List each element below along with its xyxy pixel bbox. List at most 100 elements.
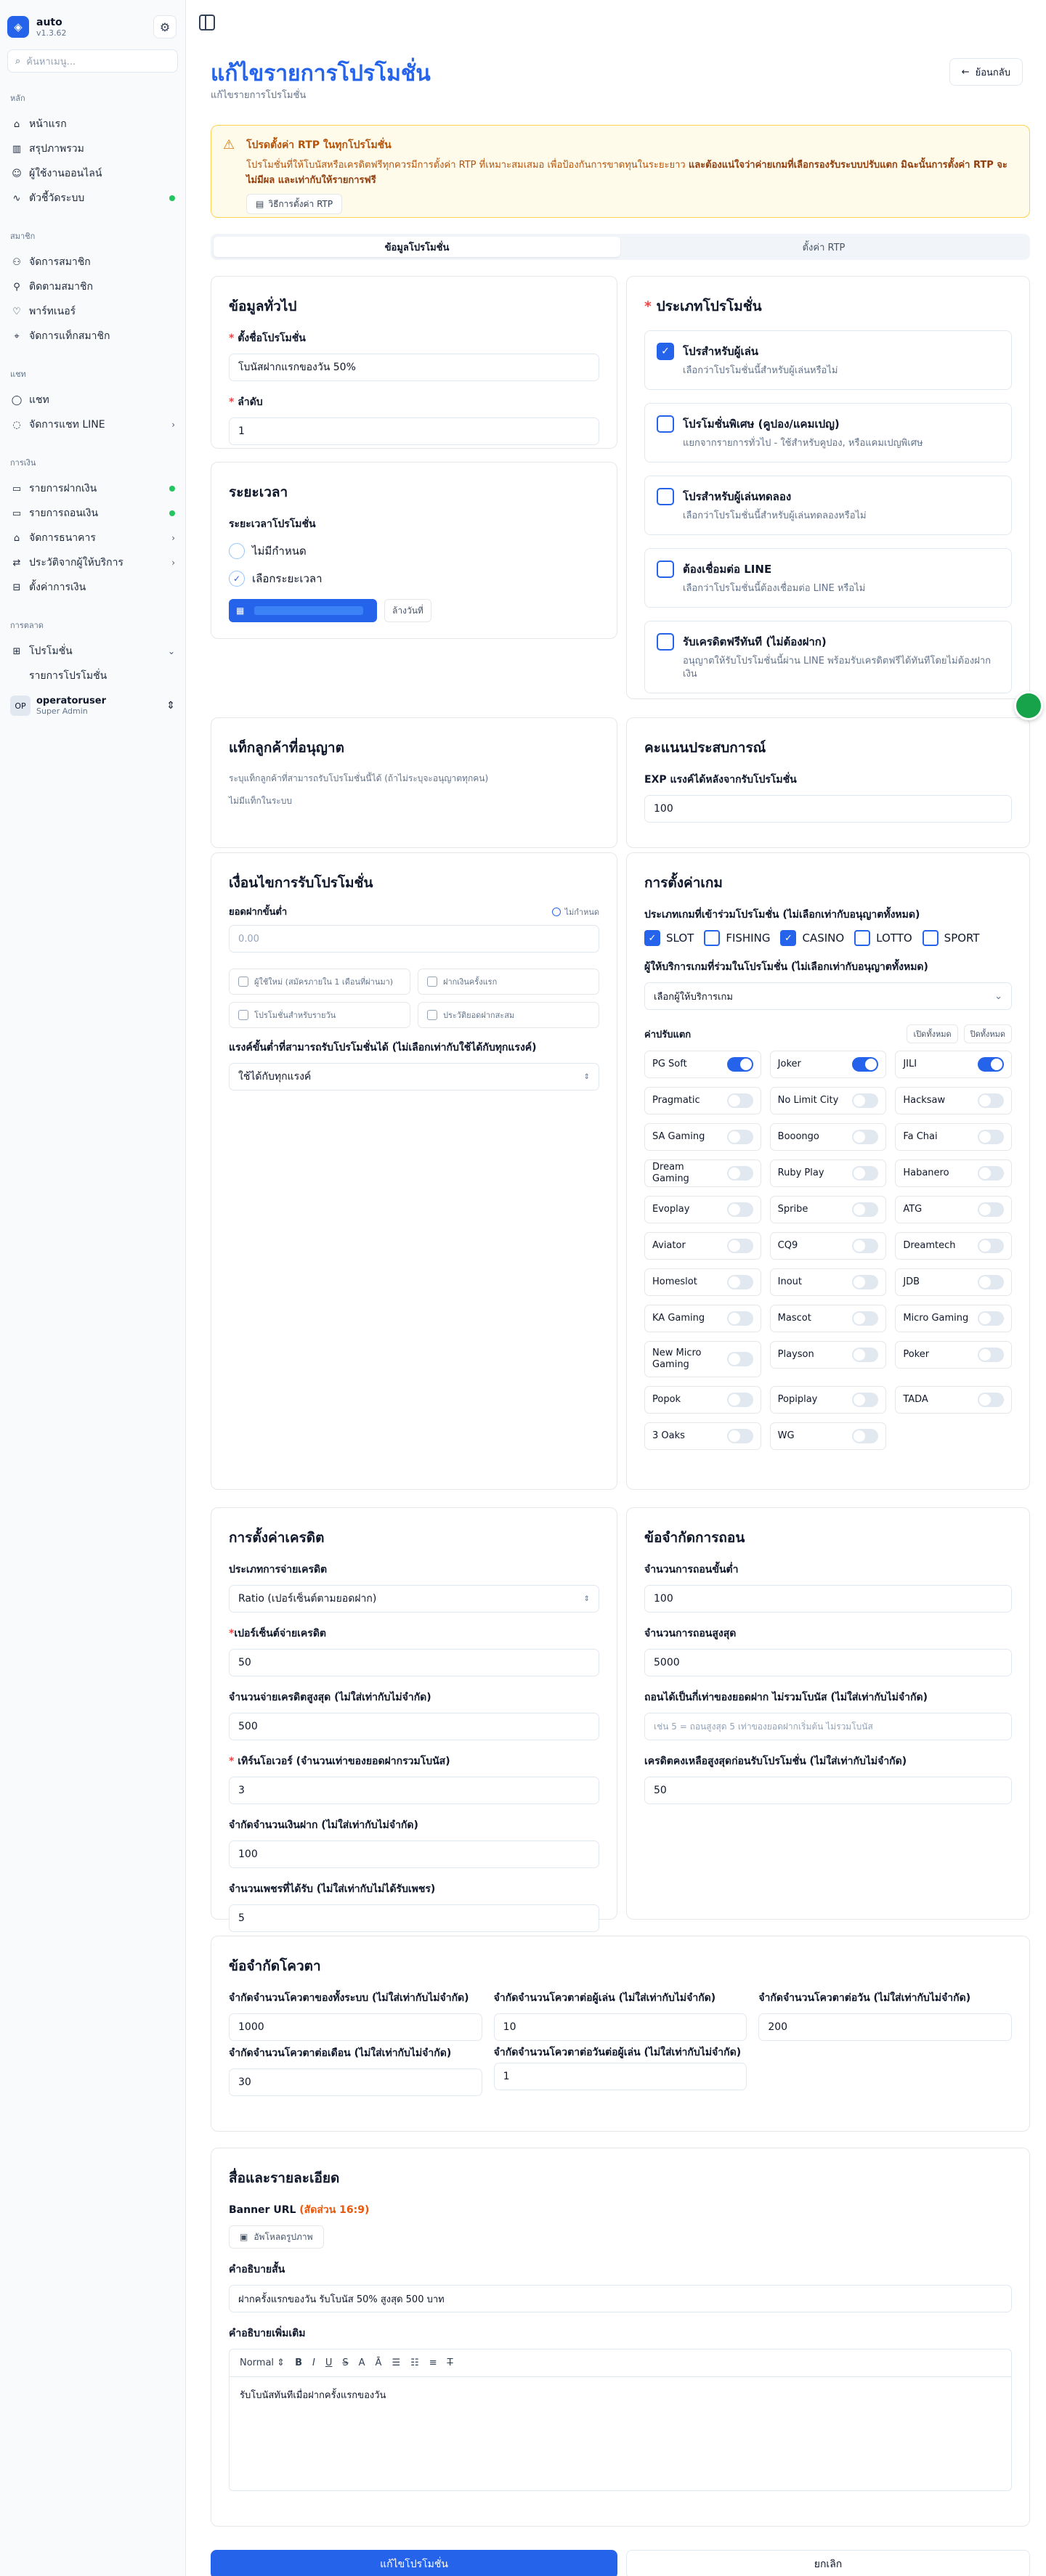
promotion-type-option[interactable]: โปรโมชั่นพิเศษ (คูปอง/แคมเปญ) แยกจากรายกา… bbox=[644, 403, 1012, 462]
back-button[interactable]: ← ย้อนกลับ bbox=[949, 58, 1023, 86]
sidebar-item[interactable]: ⌂ หน้าแรก bbox=[0, 112, 185, 136]
promotion-type-option[interactable]: ✓ โปรสำหรับผู้เล่น เลือกว่าโปรโมชั่นนี้สำห… bbox=[644, 330, 1012, 390]
provider-toggle[interactable] bbox=[852, 1393, 879, 1407]
save-promotion-button[interactable]: แก้ไขโปรโมชั่น bbox=[211, 2550, 617, 2576]
sidebar-toggle-icon[interactable] bbox=[199, 15, 215, 30]
quota-month-input[interactable]: 30 bbox=[229, 2068, 482, 2096]
sidebar-item[interactable]: ⊟ ตั้งค่าการเงิน bbox=[0, 575, 185, 600]
clear-format-icon[interactable]: T̶ bbox=[447, 2357, 453, 2368]
tab-rtp-settings[interactable]: ตั้งค่า RTP bbox=[620, 237, 1027, 257]
radio-no-limit[interactable]: ไม่มีกำหนด bbox=[229, 542, 599, 560]
sidebar-item[interactable]: ⌂ จัดการธนาคาร › bbox=[0, 526, 185, 550]
search-input[interactable]: ⌕ ค้นหาเมนู... bbox=[7, 49, 178, 73]
checkbox-icon[interactable] bbox=[657, 415, 674, 433]
quota-day-input[interactable]: 200 bbox=[758, 2013, 1012, 2041]
ordered-list-icon[interactable]: ☰ bbox=[392, 2357, 400, 2368]
promotion-name-input[interactable]: โบนัสฝากแรกของวัน 50% bbox=[229, 354, 599, 381]
provider-toggle[interactable] bbox=[852, 1275, 879, 1289]
provider-toggle[interactable] bbox=[978, 1275, 1004, 1289]
provider-toggle[interactable] bbox=[726, 1057, 753, 1072]
withdraw-multiplier-input[interactable]: เช่น 5 = ถอนสูงสุด 5 เท่าของยอดฝากเริ่มต… bbox=[644, 1713, 1012, 1740]
order-input[interactable]: 1 bbox=[229, 417, 599, 445]
checkbox-icon[interactable] bbox=[657, 633, 674, 651]
sidebar-item[interactable]: ⚇ จัดการสมาชิก bbox=[0, 250, 185, 274]
bullet-list-icon[interactable]: ☷ bbox=[410, 2357, 419, 2368]
italic-icon[interactable]: I bbox=[312, 2357, 315, 2368]
promotion-type-option[interactable]: โปรสำหรับผู้เล่นทดลอง เลือกว่าโปรโมชั่นนี… bbox=[644, 476, 1012, 535]
provider-toggle[interactable] bbox=[726, 1166, 753, 1181]
no-limit-checkbox[interactable]: ไม่กำหนด bbox=[552, 905, 599, 918]
provider-toggle[interactable] bbox=[852, 1239, 879, 1253]
provider-toggle[interactable] bbox=[726, 1275, 753, 1289]
first-deposit-checkbox[interactable]: ฝากเงินครั้งแรก bbox=[418, 969, 599, 995]
provider-toggle[interactable] bbox=[852, 1202, 879, 1217]
cancel-button[interactable]: ยกเลิก bbox=[626, 2550, 1030, 2576]
daily-promotion-checkbox[interactable]: โปรโมชั่นสำหรับรายวัน bbox=[229, 1002, 410, 1028]
provider-toggle[interactable] bbox=[852, 1166, 879, 1181]
user-menu[interactable]: OP operatoruser Super Admin ⇕ bbox=[0, 688, 185, 723]
game-type-checkbox[interactable]: ✓ CASINO bbox=[780, 930, 844, 946]
align-icon[interactable]: ≡ bbox=[429, 2357, 437, 2368]
provider-toggle[interactable] bbox=[978, 1348, 1004, 1362]
rtp-guide-button[interactable]: ▤ วิธีการตั้งค่า RTP bbox=[246, 194, 343, 214]
checkbox-icon[interactable] bbox=[657, 488, 674, 505]
text-color-icon[interactable]: A bbox=[359, 2357, 365, 2368]
sidebar-item[interactable]: ☺ ผู้ใช้งานออนไลน์ bbox=[0, 161, 185, 186]
withdraw-min-input[interactable]: 100 bbox=[644, 1585, 1012, 1613]
provider-toggle[interactable] bbox=[852, 1311, 879, 1326]
sidebar-item[interactable]: ▥ สรุปภาพรวม bbox=[0, 136, 185, 161]
sidebar-item[interactable]: ∿ ตัวชี้วัดระบบ bbox=[0, 186, 185, 211]
quota-player-day-input[interactable]: 1 bbox=[493, 2063, 747, 2090]
sidebar-item[interactable]: ⇄ ประวัติจากผู้ให้บริการ › bbox=[0, 550, 185, 575]
game-type-checkbox[interactable]: SPORT bbox=[922, 930, 980, 946]
credit-max-input[interactable]: 500 bbox=[229, 1713, 599, 1740]
provider-toggle[interactable] bbox=[726, 1093, 753, 1108]
provider-toggle[interactable] bbox=[852, 1429, 879, 1443]
provider-toggle[interactable] bbox=[852, 1130, 879, 1144]
tab-promotion-info[interactable]: ข้อมูลโปรโมชั่น bbox=[214, 237, 620, 257]
close-all-button[interactable]: ปิดทั้งหมด bbox=[963, 1024, 1012, 1043]
provider-select[interactable]: เลือกผู้ให้บริการเกม ⌄ bbox=[644, 982, 1012, 1010]
sidebar-item[interactable]: ♡ พาร์ทเนอร์ bbox=[0, 299, 185, 324]
underline-icon[interactable]: U bbox=[325, 2357, 333, 2368]
provider-toggle[interactable] bbox=[726, 1429, 753, 1443]
short-desc-input[interactable]: ฝากครั้งแรกของวัน รับโบนัส 50% สูงสุด 50… bbox=[229, 2285, 1012, 2312]
provider-toggle[interactable] bbox=[978, 1311, 1004, 1326]
provider-toggle[interactable] bbox=[852, 1093, 879, 1108]
sidebar-item[interactable]: ⌖ จัดการแท็กสมาชิก bbox=[0, 324, 185, 349]
provider-toggle[interactable] bbox=[726, 1352, 753, 1366]
provider-toggle[interactable] bbox=[978, 1239, 1004, 1253]
sidebar-subitem-promotion-list[interactable]: รายการโปรโมชั่น bbox=[0, 664, 185, 688]
sidebar-item[interactable]: ◌ จัดการแชท LINE › bbox=[0, 412, 185, 437]
radio-select-period[interactable]: ✓ เลือกระยะเวลา bbox=[229, 570, 599, 587]
open-all-button[interactable]: เปิดทั้งหมด bbox=[907, 1024, 958, 1043]
provider-toggle[interactable] bbox=[726, 1311, 753, 1326]
quota-player-input[interactable]: 10 bbox=[493, 2013, 747, 2041]
withdraw-max-input[interactable]: 5000 bbox=[644, 1649, 1012, 1676]
sidebar-item-promotions[interactable]: ⊞ โปรโมชั่น ⌄ bbox=[0, 639, 185, 664]
sidebar-item[interactable]: ▭ รายการฝากเงิน bbox=[0, 476, 185, 501]
credit-percent-input[interactable]: 50 bbox=[229, 1649, 599, 1676]
provider-toggle[interactable] bbox=[978, 1166, 1004, 1181]
rank-select[interactable]: ใช้ได้กับทุกแรงค์ ⇕ bbox=[229, 1063, 599, 1091]
settings-button[interactable]: ⚙ bbox=[153, 15, 177, 38]
sidebar-item[interactable]: ◯ แชท bbox=[0, 388, 185, 412]
gems-input[interactable]: 5 bbox=[229, 1904, 599, 1932]
provider-toggle[interactable] bbox=[978, 1202, 1004, 1217]
min-deposit-input[interactable]: 0.00 bbox=[229, 925, 599, 953]
provider-toggle[interactable] bbox=[726, 1202, 753, 1217]
remaining-credit-input[interactable]: 50 bbox=[644, 1777, 1012, 1804]
bold-icon[interactable]: B bbox=[295, 2357, 302, 2368]
new-user-checkbox[interactable]: ผู้ใช้ใหม่ (สมัครภายใน 1 เดือนที่ผ่านมา) bbox=[229, 969, 410, 995]
clear-date-button[interactable]: ล้างวันที่ bbox=[384, 599, 431, 622]
promotion-type-option[interactable]: ต้องเชื่อมต่อ LINE เลือกว่าโปรโมชั่นนี้ต้… bbox=[644, 548, 1012, 608]
provider-toggle[interactable] bbox=[726, 1239, 753, 1253]
deposit-history-checkbox[interactable]: ประวัติยอดฝากสะสม bbox=[418, 1002, 599, 1028]
turnover-input[interactable]: 3 bbox=[229, 1777, 599, 1804]
date-range-button[interactable]: ▦ bbox=[229, 599, 377, 622]
provider-toggle[interactable] bbox=[726, 1393, 753, 1407]
provider-toggle[interactable] bbox=[978, 1057, 1004, 1072]
provider-toggle[interactable] bbox=[852, 1057, 879, 1072]
deposit-limit-input[interactable]: 100 bbox=[229, 1841, 599, 1868]
checkbox-icon[interactable] bbox=[657, 561, 674, 578]
